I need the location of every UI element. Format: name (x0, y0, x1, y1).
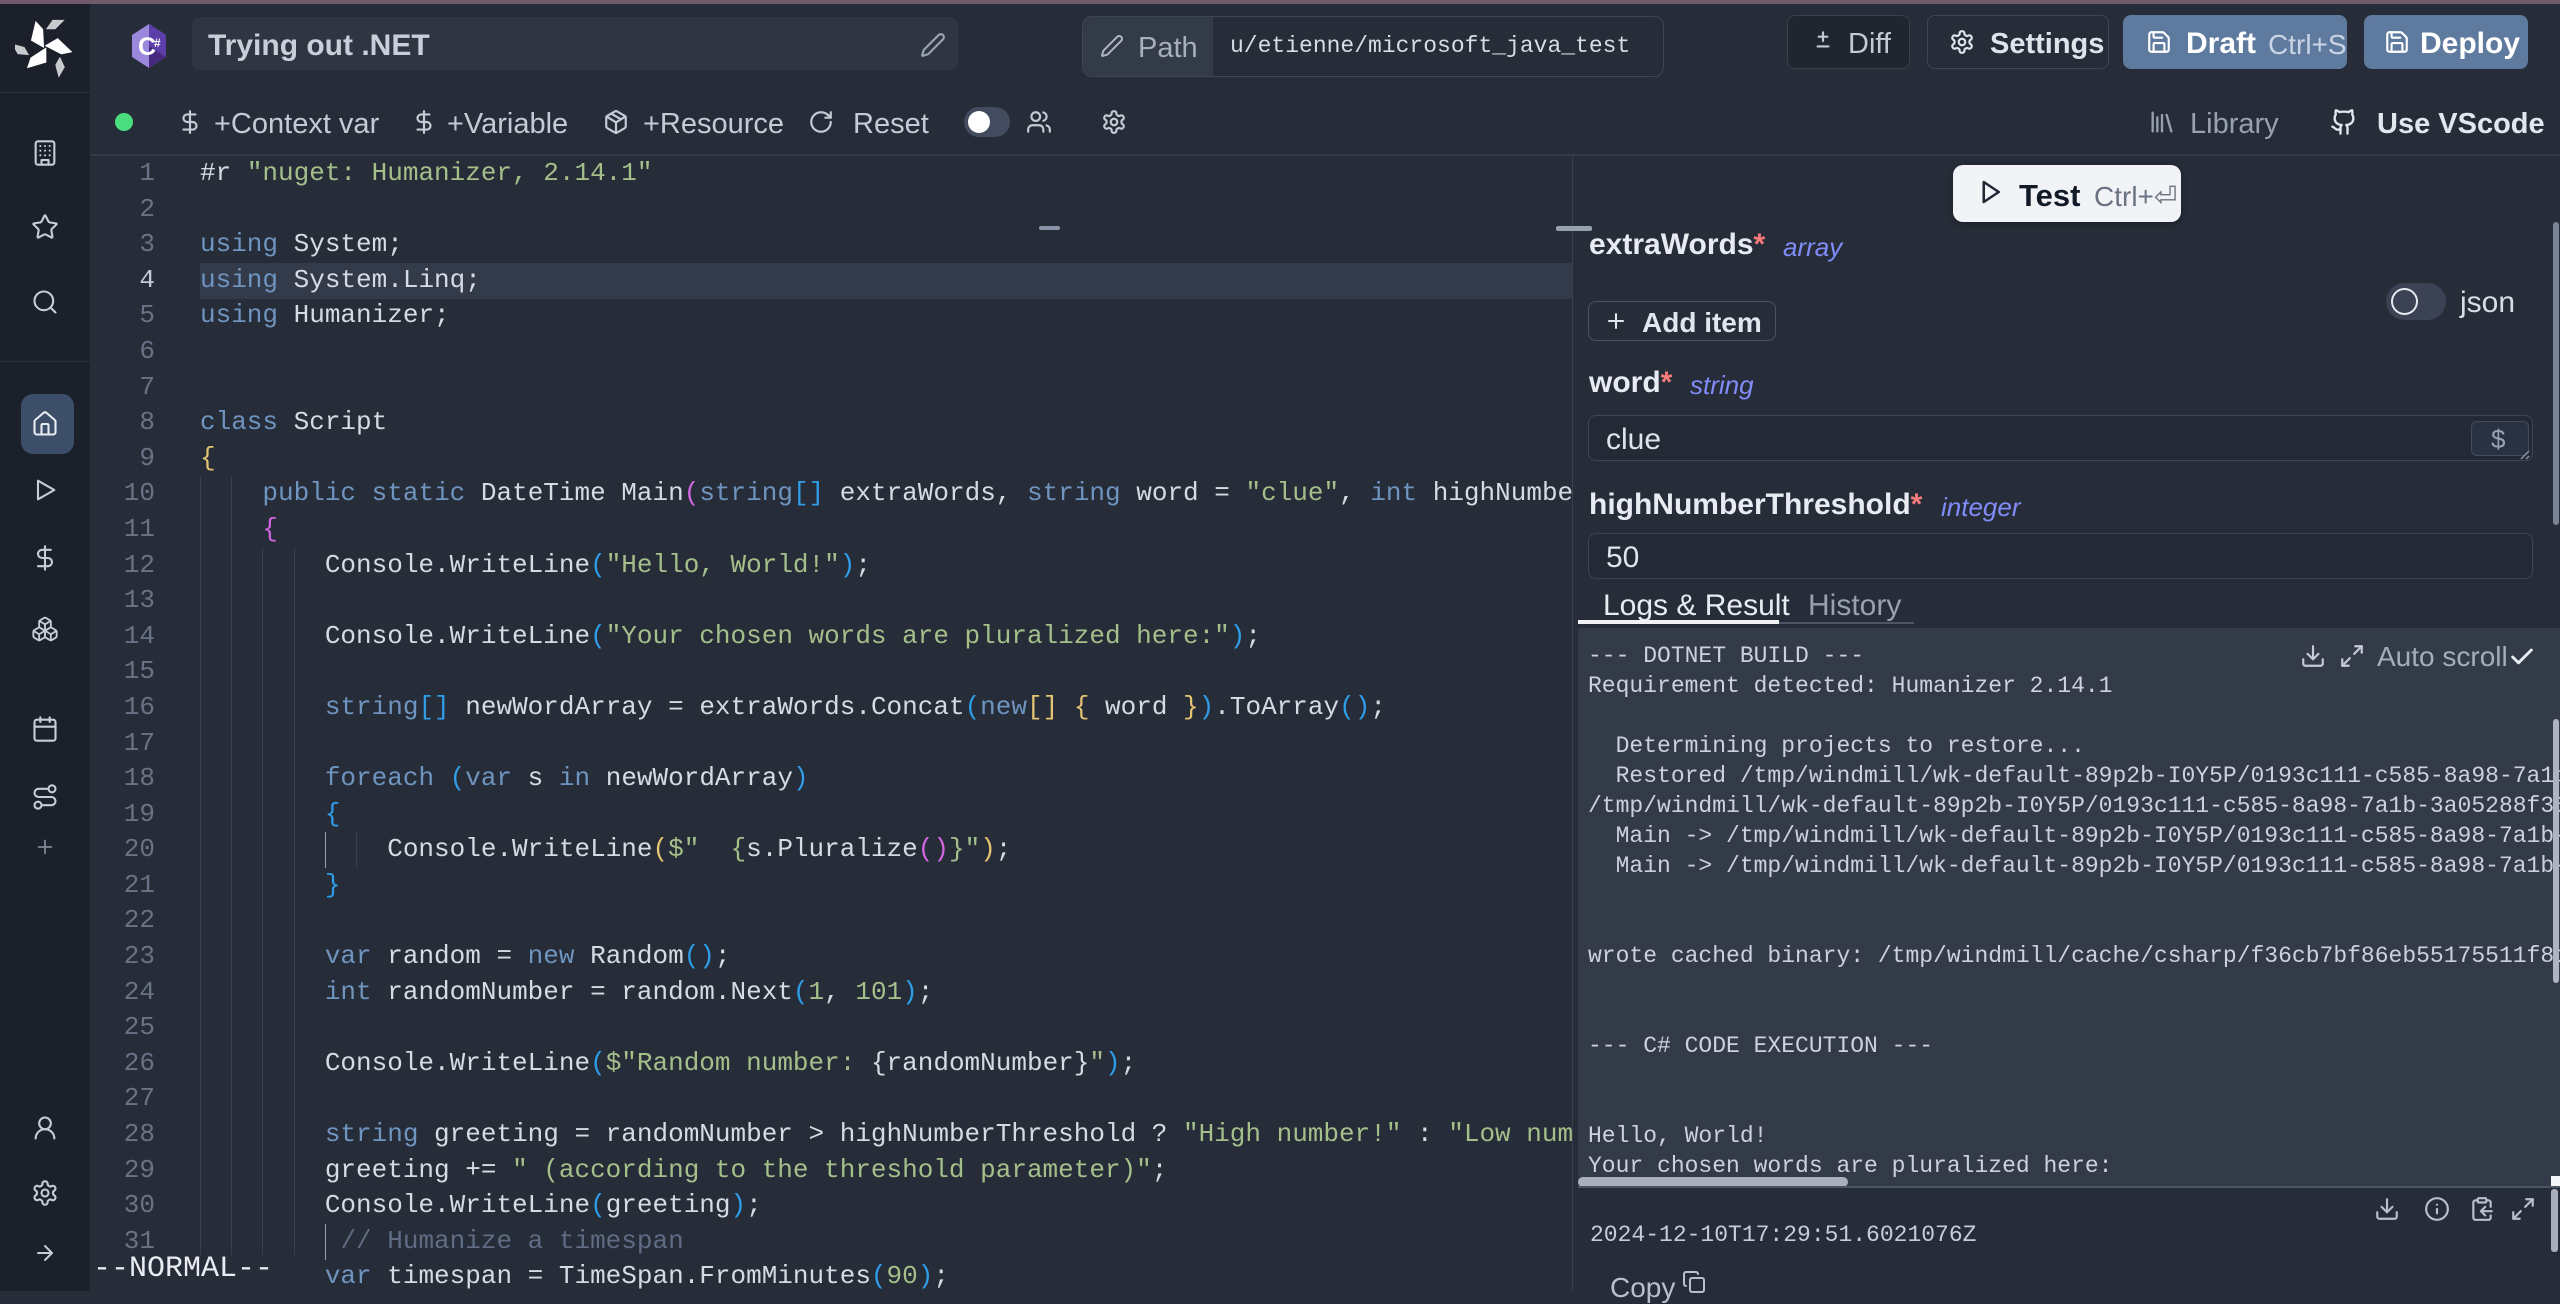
svg-text:#: # (154, 36, 161, 50)
